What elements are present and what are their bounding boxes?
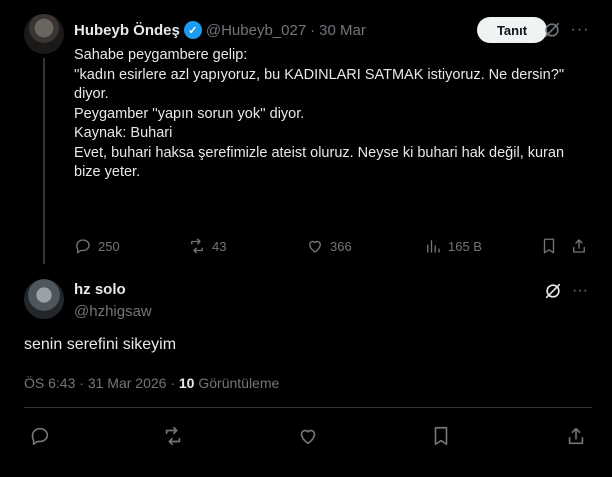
- bookmark-button[interactable]: [430, 425, 452, 447]
- repost-icon: [165, 426, 181, 446]
- like-icon: [300, 429, 316, 445]
- reply-button[interactable]: 250: [74, 236, 120, 256]
- divider: [24, 407, 592, 408]
- author-name[interactable]: Hubeyb Öndeş: [74, 22, 180, 39]
- author-name[interactable]: hz solo: [74, 281, 152, 299]
- post-text-line: Kaynak: Buhari: [74, 125, 173, 141]
- thread-line: [43, 58, 45, 264]
- post-actions: 250 43 366 165 B: [74, 236, 592, 256]
- post-text-line: diyor.: [74, 86, 109, 102]
- separator: ·: [310, 21, 316, 39]
- bookmark-icon: [543, 238, 555, 254]
- follow-button[interactable]: Tanıt: [477, 17, 547, 43]
- reply-button[interactable]: [29, 425, 51, 447]
- repost-button[interactable]: [162, 425, 184, 447]
- post-text-line: ''kadın esirlere azl yapıyoruz, bu KADIN…: [74, 66, 565, 83]
- post-text-line: Evet, buhari haksa şerefimizle ateist ol…: [74, 144, 565, 161]
- post-text: Sahabe peygambere gelip: ''kadın esirler…: [74, 46, 594, 183]
- reply-actions: [24, 425, 592, 447]
- share-icon: [568, 427, 584, 445]
- bookmark-button[interactable]: [540, 236, 564, 256]
- post-text-line: Sahabe peygambere gelip:: [74, 47, 248, 63]
- more-icon[interactable]: ···: [570, 20, 590, 40]
- views-count: 165 B: [448, 238, 482, 254]
- views-button[interactable]: 165 B: [424, 236, 482, 256]
- repost-count: 43: [212, 238, 227, 254]
- like-button[interactable]: 366: [306, 236, 352, 256]
- bookmark-icon: [434, 426, 448, 446]
- share-button[interactable]: [570, 236, 594, 256]
- grok-icon[interactable]: [543, 281, 563, 301]
- post-meta: ÖS 6:43 · 31 Mar 2026 · 10 Görüntüleme: [24, 375, 279, 391]
- like-button[interactable]: [297, 425, 319, 447]
- views-icon: [427, 240, 440, 253]
- author-handle[interactable]: @Hubeyb_027: [206, 22, 306, 39]
- reply-text: senin serefini sikeyim: [24, 336, 177, 353]
- views-count: 10: [178, 375, 195, 391]
- views-label: Görüntüleme: [198, 375, 280, 391]
- repost-icon: [191, 238, 203, 254]
- reply-header: hz solo @hzhigsaw: [74, 281, 152, 320]
- reply-count: 250: [98, 238, 120, 254]
- verified-icon[interactable]: ✓: [183, 21, 202, 39]
- avatar[interactable]: [24, 279, 64, 319]
- repost-button[interactable]: 43: [188, 236, 226, 256]
- separator: ·: [79, 375, 84, 391]
- post-text-line: bize yeter.: [74, 164, 141, 180]
- post-text-line: Peygamber ''yapın sorun yok'' diyor.: [74, 105, 305, 122]
- reply-icon: [31, 427, 49, 446]
- more-icon[interactable]: ···: [570, 281, 590, 301]
- reply-icon: [76, 239, 90, 254]
- post-time[interactable]: ÖS 6:43: [24, 375, 75, 391]
- share-button[interactable]: [565, 425, 587, 447]
- like-count: 366: [330, 238, 352, 254]
- avatar[interactable]: [24, 14, 64, 54]
- like-icon: [309, 240, 321, 253]
- post-date[interactable]: 30 Mar: [319, 22, 366, 39]
- grok-icon[interactable]: [542, 20, 562, 40]
- author-handle[interactable]: @hzhigsaw: [74, 303, 152, 320]
- separator: ·: [170, 375, 175, 391]
- share-icon: [573, 239, 585, 253]
- post-date[interactable]: 31 Mar 2026: [88, 375, 167, 391]
- post-header: Hubeyb Öndeş ✓ @Hubeyb_027 · 30 Mar: [74, 19, 366, 41]
- parent-post[interactable]: Hubeyb Öndeş ✓ @Hubeyb_027 · 30 Mar Tanı…: [0, 0, 612, 266]
